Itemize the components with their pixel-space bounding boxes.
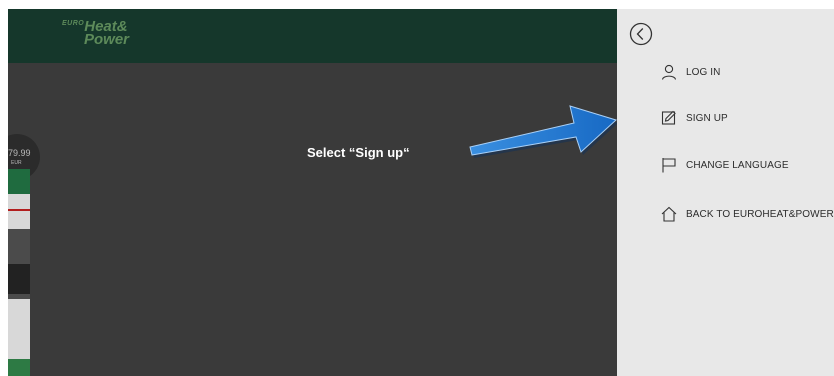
menu-item-label: CHANGE LANGUAGE <box>686 159 789 171</box>
thumbnail-red-line <box>8 209 30 211</box>
menu-item-log-in[interactable]: LOG IN <box>660 61 721 83</box>
home-icon <box>661 206 677 222</box>
menu-item-sign-up[interactable]: SIGN UP <box>660 107 728 129</box>
menu-item-label: BACK TO EUROHEAT&POWER <box>686 208 834 220</box>
menu-item-change-language[interactable]: CHANGE LANGUAGE <box>660 154 789 176</box>
euroheat-power-logo[interactable]: EUROHeat& Power <box>62 19 129 47</box>
tutorial-instruction: Select “Sign up“ <box>307 145 410 160</box>
edit-icon <box>661 110 676 125</box>
price-amount: 79.99 <box>8 148 31 158</box>
flag-icon <box>662 158 676 173</box>
chevron-left-circle-icon[interactable] <box>629 22 653 46</box>
menu-item-label: SIGN UP <box>686 112 728 124</box>
user-icon <box>661 64 677 80</box>
price-currency: EUR <box>11 160 22 166</box>
thumbnail-green-block <box>8 169 30 194</box>
logo-euro-text: EURO <box>62 20 85 27</box>
menu-item-label: LOG IN <box>686 66 721 78</box>
pointer-arrow-icon <box>469 105 618 158</box>
logo-power-text: Power <box>84 31 130 48</box>
menu-item-back-to-euroheat-power[interactable]: BACK TO EUROHEAT&POWER <box>660 203 834 225</box>
side-menu: LOG IN SIGN UP CHANGE LANGUAGE BACK TO E… <box>617 9 834 376</box>
thumbnail-image-dark <box>8 264 30 294</box>
thumbnail-green-footer <box>8 359 30 376</box>
product-thumbnail-strip <box>8 169 30 376</box>
header-bar: EUROHeat& Power <box>8 9 617 63</box>
